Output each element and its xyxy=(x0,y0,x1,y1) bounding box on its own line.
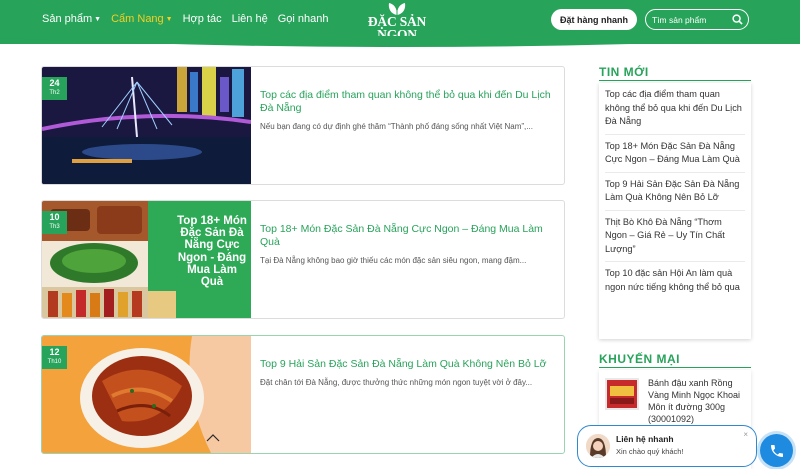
chevron-down-icon: ▼ xyxy=(94,15,102,23)
quick-contact-widget[interactable]: Liên hệ nhanh Xin chào quý khách! × xyxy=(577,425,757,467)
news-heading: TIN MỚI xyxy=(599,65,649,79)
post-body: Top 18+ Món Đặc Sản Đà Nẵng Cực Ngon – Đ… xyxy=(260,223,558,267)
product-name[interactable]: Bánh đậu xanh Rồng Vàng Minh Ngọc Khoai … xyxy=(648,377,748,425)
post-excerpt: Nếu bạn đang có dự định ghé thăm “Thành … xyxy=(260,122,533,131)
nav-item-guide[interactable]: Cẩm Nang ▼ xyxy=(111,13,173,25)
chevron-down-icon: ▼ xyxy=(165,15,173,23)
post-thumbnail[interactable]: 12 Th10 xyxy=(42,336,251,453)
post-title[interactable]: Top các địa điểm tham quan không thể bỏ … xyxy=(260,89,558,115)
promo-heading-divider xyxy=(599,367,751,368)
nav-item-contact[interactable]: Liên hệ xyxy=(232,13,268,25)
news-item[interactable]: Thịt Bò Khô Đà Nẵng “Thơm Ngon – Giá Rẻ … xyxy=(605,215,745,262)
post-date-badge: 24 Th2 xyxy=(42,77,67,100)
promo-heading: KHUYẾN MẠI xyxy=(599,352,681,366)
post-title[interactable]: Top 18+ Món Đặc Sản Đà Nẵng Cực Ngon – Đ… xyxy=(260,223,558,249)
post-thumbnail[interactable]: Top 18+ Món Đặc Sản Đà Nẵng Cực Ngon - Đ… xyxy=(42,201,251,318)
post-body: Top 9 Hải Sản Đặc Sản Đà Nẵng Làm Quà Kh… xyxy=(260,358,558,389)
seafood-image xyxy=(42,336,251,453)
post-date-badge: 12 Th10 xyxy=(42,346,67,369)
post-card[interactable]: Top 18+ Món Đặc Sản Đà Nẵng Cực Ngon - Đ… xyxy=(41,200,565,319)
post-thumbnail[interactable]: 24 Th2 xyxy=(42,67,251,184)
thumbnail-caption: Top 18+ Món Đặc Sản Đà Nẵng Cực Ngon - Đ… xyxy=(177,215,247,289)
phone-call-button[interactable] xyxy=(760,434,793,467)
avatar xyxy=(586,434,610,458)
post-excerpt: Tại Đà Nẵng không bao giờ thiếu các món … xyxy=(260,256,527,265)
post-card[interactable]: 12 Th10 Top 9 Hải Sản Đặc Sản Đà Nẵng Là… xyxy=(41,335,565,454)
header-curve-decoration xyxy=(0,36,800,47)
nav-item-products[interactable]: Sản phẩm ▼ xyxy=(42,13,101,25)
main-nav: Sản phẩm ▼ Cẩm Nang ▼ Hợp tác Liên hệ Gọi … xyxy=(42,13,338,25)
news-item[interactable]: Top 18+ Món Đặc Sản Đà Nẵng Cực Ngon – Đ… xyxy=(605,139,745,173)
chat-title: Liên hệ nhanh xyxy=(616,434,674,444)
post-date-badge: 10 Th3 xyxy=(42,211,67,234)
post-body: Top các địa điểm tham quan không thể bỏ … xyxy=(260,89,558,133)
news-item[interactable]: Top 10 đặc sản Hội An làm quà ngon nức t… xyxy=(605,266,745,299)
quick-order-button[interactable]: Đặt hàng nhanh xyxy=(551,9,637,30)
news-list: Top các địa điểm tham quan không thể bỏ … xyxy=(599,83,751,339)
news-heading-divider xyxy=(599,80,751,81)
product-image[interactable] xyxy=(605,378,639,410)
search-box xyxy=(645,9,749,30)
nav-item-partnership[interactable]: Hợp tác xyxy=(183,13,222,25)
bridge-night-image xyxy=(42,67,251,184)
post-title[interactable]: Top 9 Hải Sản Đặc Sản Đà Nẵng Làm Quà Kh… xyxy=(260,358,558,371)
close-icon[interactable]: × xyxy=(743,430,748,439)
search-input[interactable] xyxy=(652,14,732,25)
chat-subtitle: Xin chào quý khách! xyxy=(616,447,684,456)
news-item[interactable]: Top 9 Hải Sản Đặc Sản Đà Nẵng Làm Quà Kh… xyxy=(605,177,745,211)
nav-item-quick-call[interactable]: Gọi nhanh xyxy=(278,13,329,25)
news-item[interactable]: Top các địa điểm tham quan không thể bỏ … xyxy=(605,87,745,135)
post-excerpt: Đặt chân tới Đà Nẵng, được thưởng thức n… xyxy=(260,378,533,387)
phone-icon xyxy=(770,444,783,457)
post-card[interactable]: 24 Th2 Top các địa điểm tham quan không … xyxy=(41,66,565,185)
search-icon[interactable] xyxy=(732,14,743,25)
